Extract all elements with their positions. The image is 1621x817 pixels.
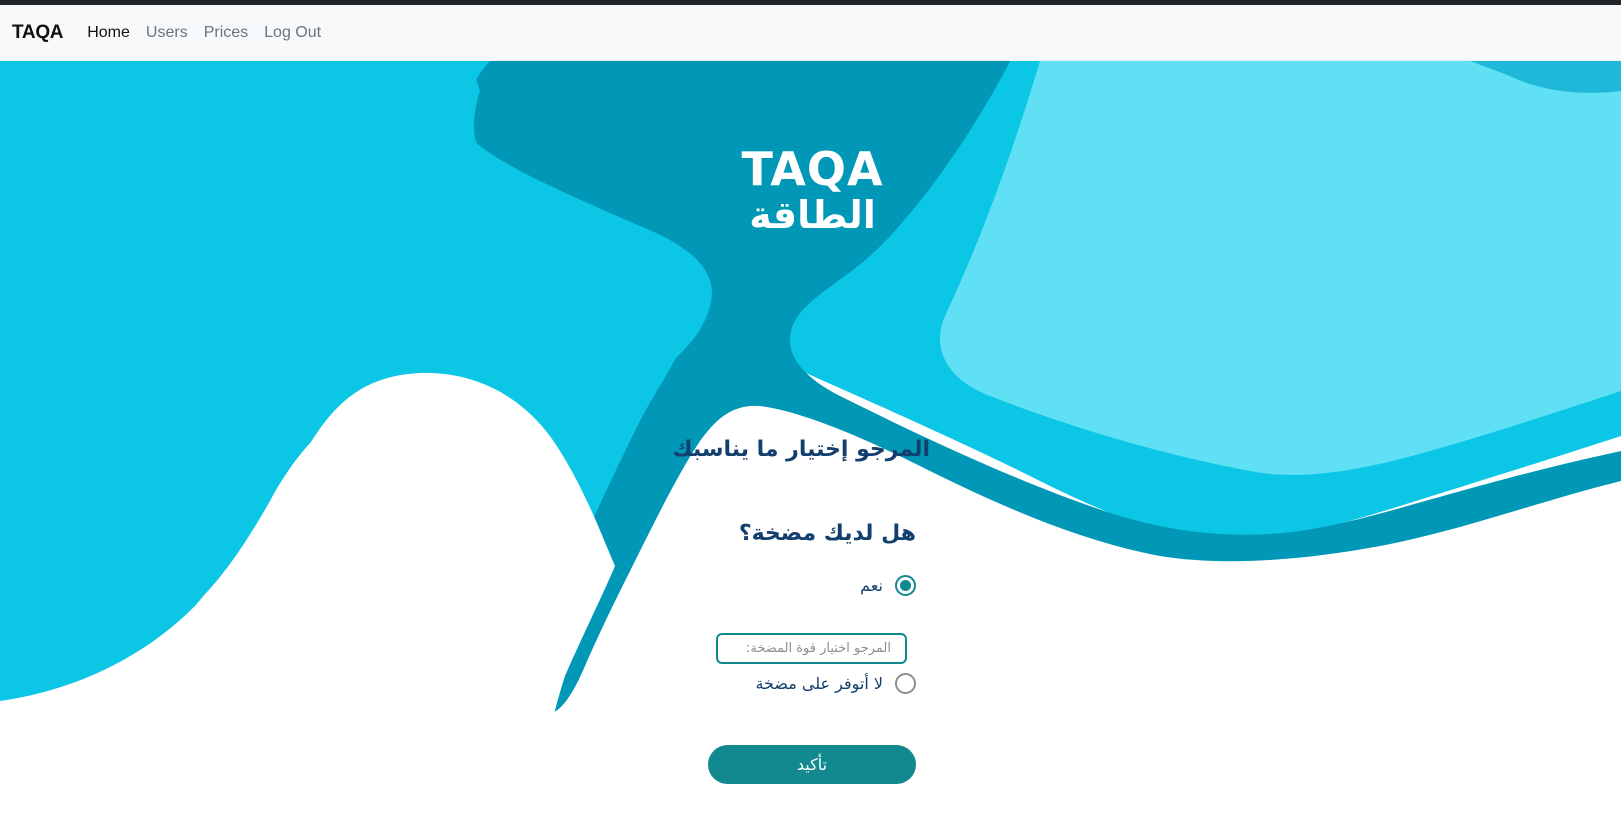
- wave-right-panel: [940, 61, 1621, 475]
- nav-prices[interactable]: Prices: [204, 24, 248, 42]
- option-no-radio[interactable]: [895, 673, 916, 694]
- option-yes[interactable]: نعم: [700, 575, 916, 596]
- nav-logout[interactable]: Log Out: [264, 24, 321, 42]
- nav-home[interactable]: Home: [87, 24, 130, 42]
- option-no[interactable]: لا أتوفر على مضخة: [700, 673, 916, 694]
- option-yes-radio[interactable]: [895, 575, 916, 596]
- navbar: TAQA Home Users Prices Log Out: [0, 5, 1621, 61]
- logo-arabic: الطاقة: [749, 193, 876, 237]
- confirm-button[interactable]: تأكيد: [708, 745, 916, 784]
- option-yes-label: نعم: [860, 576, 883, 595]
- pump-power-input[interactable]: [716, 633, 907, 664]
- logo-english: TAQA: [741, 142, 884, 196]
- brand-logo[interactable]: TAQA: [12, 22, 64, 44]
- pump-question: هل لديك مضخة؟: [738, 521, 916, 546]
- nav-users[interactable]: Users: [146, 24, 188, 42]
- form-title: المرجو إختيار ما يناسبك: [672, 437, 930, 462]
- taqa-logo: TAQA الطاقة: [700, 144, 925, 236]
- option-no-label: لا أتوفر على مضخة: [755, 674, 883, 693]
